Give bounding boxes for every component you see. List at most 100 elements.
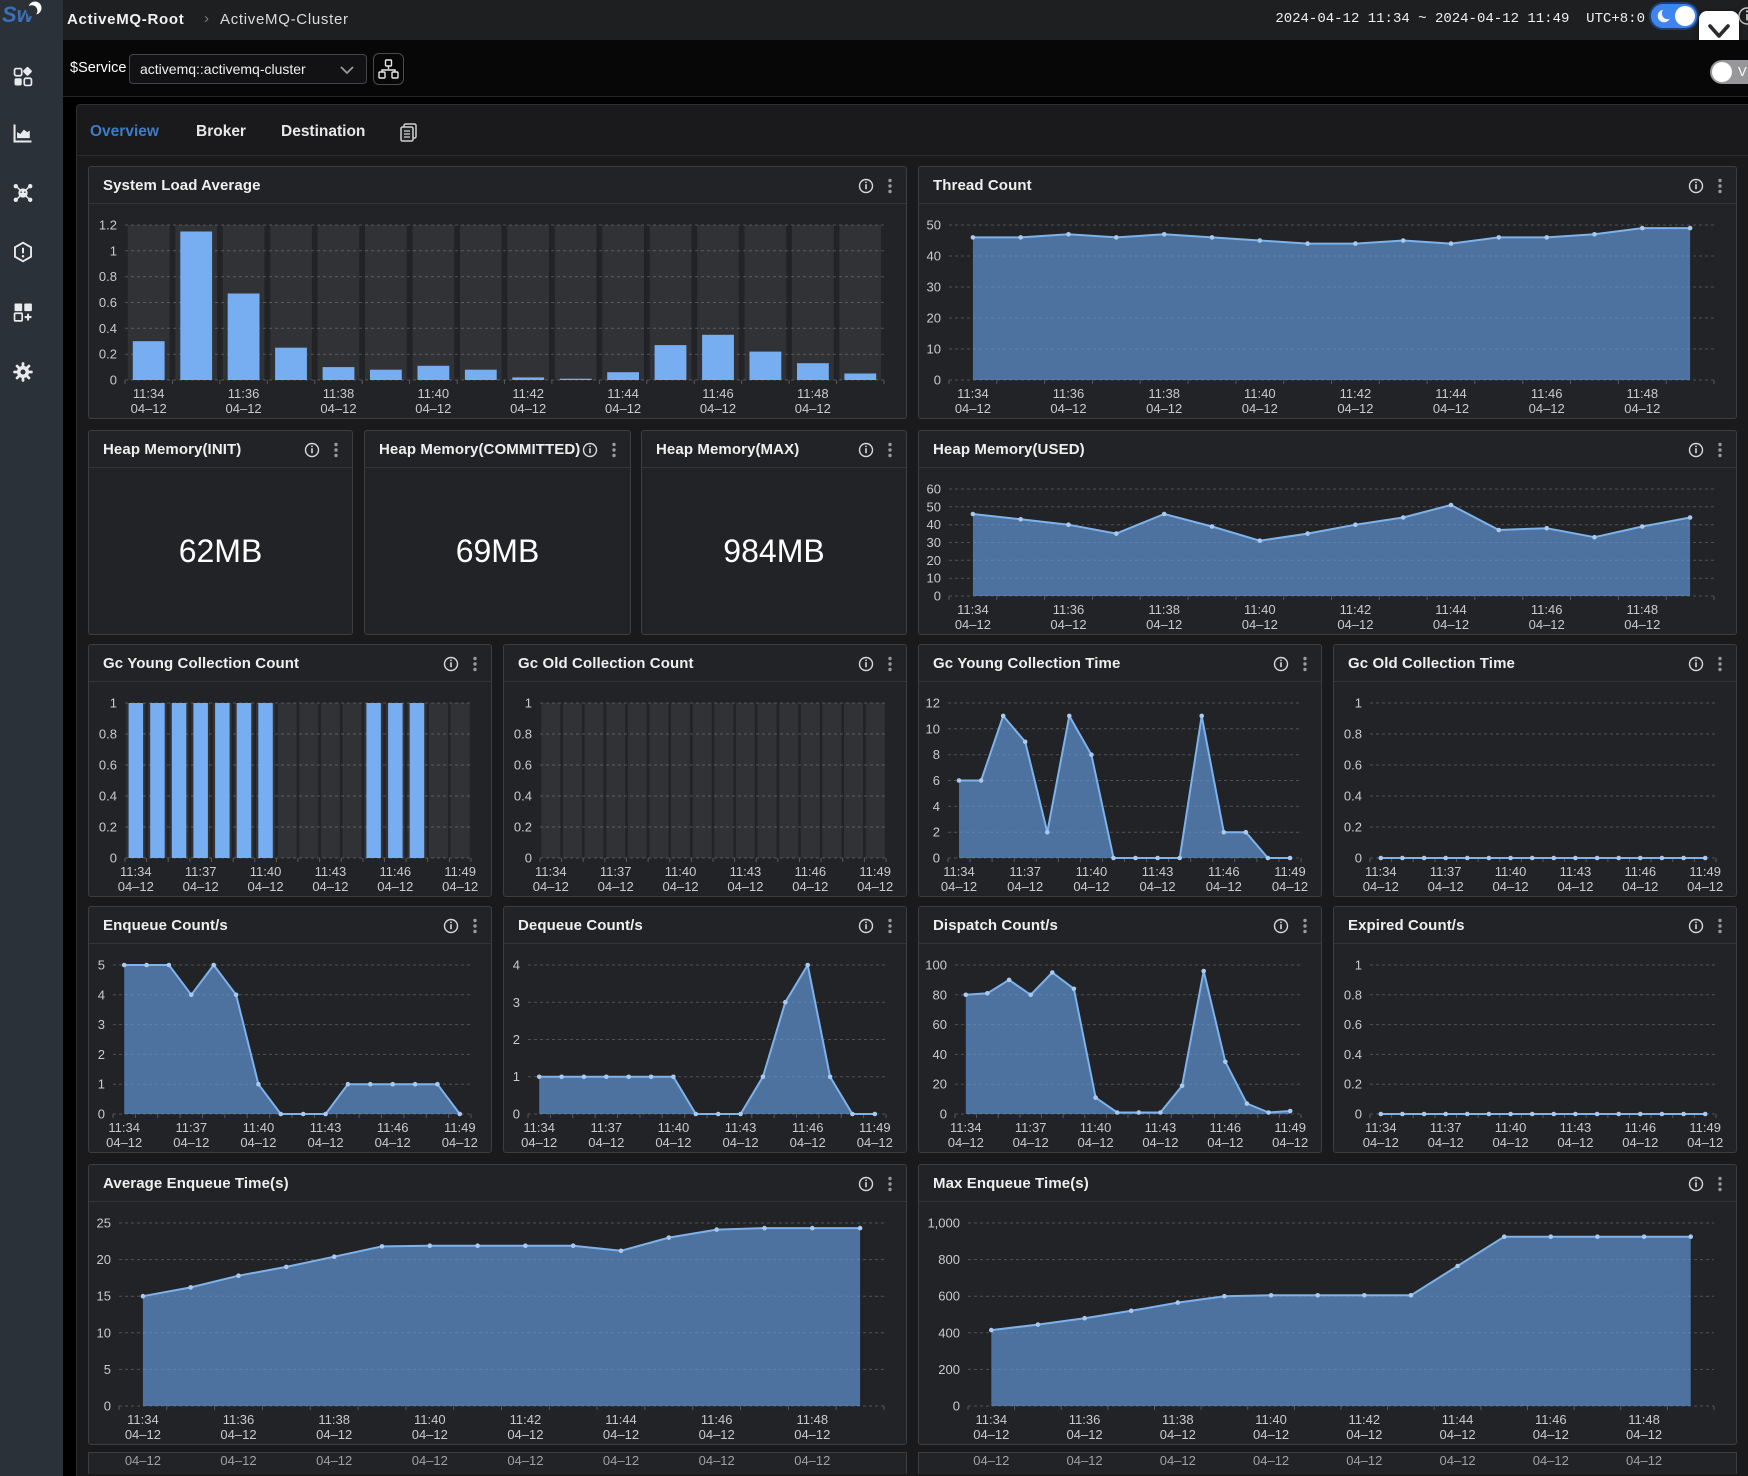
svg-text:11:38: 11:38 xyxy=(1148,386,1180,401)
svg-text:3: 3 xyxy=(98,1017,105,1032)
svg-text:11:38: 11:38 xyxy=(1162,1412,1194,1427)
svg-text:11:49: 11:49 xyxy=(1274,1120,1306,1135)
svg-text:04–12: 04–12 xyxy=(1140,879,1176,894)
svg-text:4: 4 xyxy=(513,958,520,973)
svg-text:11:37: 11:37 xyxy=(1009,864,1041,879)
svg-text:04–12: 04–12 xyxy=(377,879,413,894)
svg-text:04–12: 04–12 xyxy=(1067,1427,1103,1442)
svg-text:60: 60 xyxy=(933,1017,947,1032)
svg-text:11:40: 11:40 xyxy=(1244,602,1276,617)
svg-text:11:37: 11:37 xyxy=(1430,1120,1462,1135)
svg-text:1: 1 xyxy=(1355,958,1362,973)
svg-text:11:48: 11:48 xyxy=(797,386,829,401)
svg-text:0.2: 0.2 xyxy=(99,347,117,362)
svg-text:1,000: 1,000 xyxy=(927,1216,960,1231)
svg-text:04–12: 04–12 xyxy=(973,1427,1009,1442)
svg-text:0.8: 0.8 xyxy=(1344,727,1362,742)
svg-text:04–12: 04–12 xyxy=(1624,617,1660,632)
svg-text:50: 50 xyxy=(927,499,941,514)
svg-text:5: 5 xyxy=(104,1362,111,1377)
svg-text:11:34: 11:34 xyxy=(523,1120,555,1135)
svg-text:0: 0 xyxy=(934,589,941,604)
svg-text:1: 1 xyxy=(525,696,532,711)
svg-text:11:44: 11:44 xyxy=(1442,1412,1474,1427)
svg-text:11:49: 11:49 xyxy=(1689,864,1721,879)
svg-text:11:34: 11:34 xyxy=(1365,1120,1397,1135)
svg-text:04–12: 04–12 xyxy=(1493,1135,1529,1150)
svg-text:11:40: 11:40 xyxy=(1244,386,1276,401)
svg-text:11:34: 11:34 xyxy=(957,386,989,401)
svg-text:11:46: 11:46 xyxy=(1210,1120,1242,1135)
svg-text:04–12: 04–12 xyxy=(1253,1427,1289,1442)
svg-text:04–12: 04–12 xyxy=(412,1427,448,1442)
svg-text:2: 2 xyxy=(98,1047,105,1062)
svg-text:11:46: 11:46 xyxy=(1625,1120,1657,1135)
svg-text:6: 6 xyxy=(933,773,940,788)
svg-text:11:34: 11:34 xyxy=(1365,864,1397,879)
svg-text:0.2: 0.2 xyxy=(1344,820,1362,835)
svg-text:11:38: 11:38 xyxy=(1148,602,1180,617)
svg-text:04–12: 04–12 xyxy=(533,879,569,894)
svg-text:11:42: 11:42 xyxy=(512,386,544,401)
svg-text:11:34: 11:34 xyxy=(120,864,152,879)
svg-text:04–12: 04–12 xyxy=(316,1453,352,1468)
svg-text:11:37: 11:37 xyxy=(185,864,217,879)
svg-text:0: 0 xyxy=(525,851,532,866)
svg-text:20: 20 xyxy=(927,311,941,326)
svg-text:11:38: 11:38 xyxy=(323,386,355,401)
svg-text:0.4: 0.4 xyxy=(99,321,117,336)
svg-text:04–12: 04–12 xyxy=(1626,1453,1662,1468)
svg-text:100: 100 xyxy=(925,958,947,973)
svg-text:11:42: 11:42 xyxy=(1340,386,1372,401)
svg-text:04–12: 04–12 xyxy=(1253,1453,1289,1468)
svg-text:0: 0 xyxy=(953,1399,960,1414)
svg-text:04–12: 04–12 xyxy=(1346,1427,1382,1442)
svg-text:11:46: 11:46 xyxy=(795,864,827,879)
svg-text:1: 1 xyxy=(110,243,117,258)
svg-text:04–12: 04–12 xyxy=(1440,1427,1476,1442)
svg-text:3: 3 xyxy=(513,995,520,1010)
svg-text:04–12: 04–12 xyxy=(794,1453,830,1468)
svg-text:11:34: 11:34 xyxy=(535,864,567,879)
svg-text:11:40: 11:40 xyxy=(1076,864,1108,879)
svg-text:20: 20 xyxy=(927,553,941,568)
svg-text:0.6: 0.6 xyxy=(1344,758,1362,773)
svg-text:1: 1 xyxy=(110,696,117,711)
svg-text:04–12: 04–12 xyxy=(1626,1427,1662,1442)
svg-text:20: 20 xyxy=(97,1252,111,1267)
svg-text:12: 12 xyxy=(926,696,940,711)
svg-text:04–12: 04–12 xyxy=(442,879,478,894)
svg-text:04–12: 04–12 xyxy=(1346,1453,1382,1468)
svg-text:04–12: 04–12 xyxy=(507,1427,543,1442)
svg-text:04–12: 04–12 xyxy=(1687,1135,1723,1150)
svg-text:11:40: 11:40 xyxy=(1495,1120,1527,1135)
svg-text:0: 0 xyxy=(1355,1107,1362,1122)
svg-text:0: 0 xyxy=(934,373,941,388)
svg-text:11:44: 11:44 xyxy=(607,386,639,401)
svg-text:11:43: 11:43 xyxy=(730,864,762,879)
svg-text:04–12: 04–12 xyxy=(220,1427,256,1442)
svg-text:04–12: 04–12 xyxy=(1078,1135,1114,1150)
svg-text:11:43: 11:43 xyxy=(1142,864,1174,879)
svg-text:04–12: 04–12 xyxy=(1533,1453,1569,1468)
svg-text:1.2: 1.2 xyxy=(99,218,117,233)
svg-text:04–12: 04–12 xyxy=(1433,617,1469,632)
svg-text:11:46: 11:46 xyxy=(1535,1412,1567,1427)
svg-text:11:43: 11:43 xyxy=(1145,1120,1177,1135)
svg-text:04–12: 04–12 xyxy=(125,1427,161,1442)
svg-text:04–12: 04–12 xyxy=(248,879,284,894)
svg-text:04–12: 04–12 xyxy=(1272,879,1308,894)
svg-text:11:44: 11:44 xyxy=(1435,386,1467,401)
svg-text:04–12: 04–12 xyxy=(1533,1427,1569,1442)
svg-text:04–12: 04–12 xyxy=(1428,1135,1464,1150)
svg-text:11:40: 11:40 xyxy=(658,1120,690,1135)
svg-text:4: 4 xyxy=(933,799,940,814)
svg-text:11:46: 11:46 xyxy=(1531,602,1563,617)
svg-text:04–12: 04–12 xyxy=(1428,879,1464,894)
svg-text:0.2: 0.2 xyxy=(99,820,117,835)
svg-text:11:43: 11:43 xyxy=(1560,864,1592,879)
svg-text:1: 1 xyxy=(1355,696,1362,711)
svg-text:04–12: 04–12 xyxy=(1622,1135,1658,1150)
svg-text:11:36: 11:36 xyxy=(1053,602,1085,617)
svg-text:0.6: 0.6 xyxy=(514,758,532,773)
